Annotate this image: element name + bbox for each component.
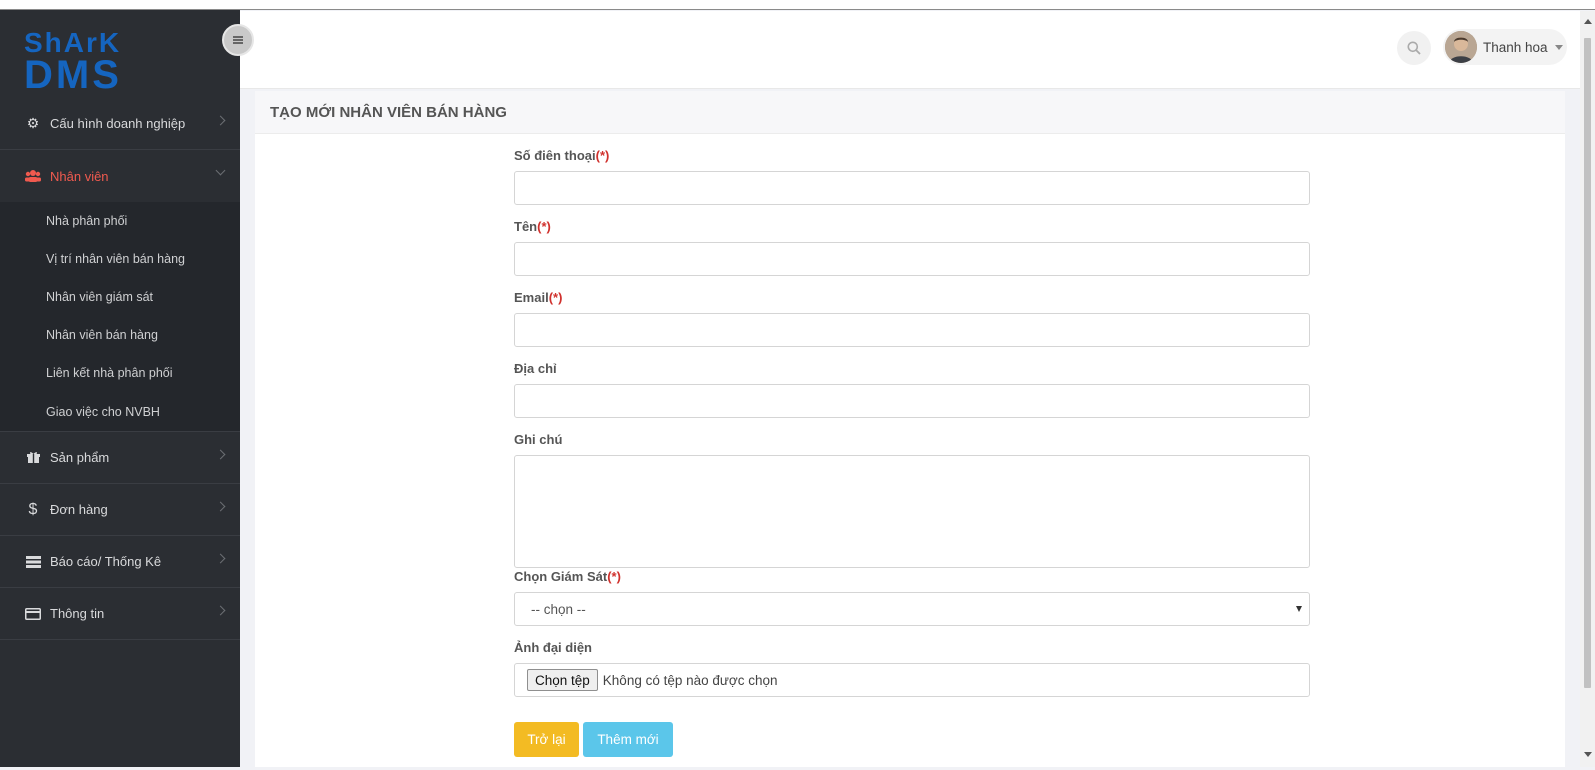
search-icon	[1407, 41, 1421, 55]
gears-icon: ⚙	[26, 115, 40, 131]
sidebar-item-label: Báo cáo/ Thống Kê	[50, 554, 162, 569]
create-salesperson-panel: TẠO MỚI NHÂN VIÊN BÁN HÀNG Số điên thoại…	[255, 91, 1565, 767]
phone-label: Số điên thoại(*)	[514, 148, 610, 163]
avatar	[1445, 31, 1477, 63]
sidebar-item-label: Cấu hình doanh nghiệp	[50, 116, 186, 131]
dollar-icon: $	[28, 500, 38, 518]
sidebar-item-reports[interactable]: Báo cáo/ Thống Kê	[0, 536, 240, 588]
sidebar-item-employees[interactable]: Nhân viên	[0, 150, 240, 202]
required-mark: (*)	[537, 219, 551, 234]
name-field[interactable]	[514, 242, 1310, 276]
avatar-upload-group: Ảnh đại diện Chọn tệp Không có tệp nào đ…	[514, 641, 1310, 712]
users-icon	[24, 169, 42, 183]
server-icon	[24, 555, 42, 568]
address-field[interactable]	[514, 384, 1310, 418]
dropdown-arrow-icon	[1296, 606, 1302, 612]
submenu-item-assign-tasks[interactable]: Giao việc cho NVBH	[0, 392, 240, 432]
top-header: Thanh hoa	[240, 11, 1580, 89]
supervisor-selected-value: -- chọn --	[531, 601, 586, 617]
email-label: Email(*)	[514, 290, 563, 305]
sidebar-item-products[interactable]: Sản phẩm	[0, 432, 240, 484]
submenu-item-distributors[interactable]: Nhà phân phối	[0, 202, 240, 240]
address-group: Địa chỉ	[514, 362, 1310, 433]
svg-text:DMS: DMS	[24, 53, 122, 90]
file-status-text: Không có tệp nào được chọn	[602, 672, 778, 688]
email-field[interactable]	[514, 313, 1310, 347]
note-group: Ghi chú	[514, 433, 1310, 570]
menu-icon	[233, 36, 243, 44]
submenu-item-supervisors[interactable]: Nhân viên giám sát	[0, 278, 240, 316]
page-title: TẠO MỚI NHÂN VIÊN BÁN HÀNG	[255, 91, 1565, 134]
sidebar-item-orders[interactable]: $ Đơn hàng	[0, 484, 240, 536]
gift-icon	[24, 451, 42, 464]
avatar-file-input: Chọn tệp Không có tệp nào được chọn	[514, 663, 1310, 697]
sidebar-toggle-button[interactable]	[222, 24, 254, 56]
user-name: Thanh hoa	[1483, 39, 1548, 55]
logo[interactable]: ShArK DMS	[0, 10, 240, 98]
shark-dms-logo: ShArK DMS	[24, 28, 122, 90]
chevron-right-icon	[215, 605, 226, 616]
avatar-upload-label: Ảnh đại diện	[514, 640, 592, 655]
back-button[interactable]: Trở lại	[514, 722, 579, 757]
submenu-item-sales-positions[interactable]: Vị trí nhân viên bán hàng	[0, 240, 240, 278]
sidebar-menu: ⚙ Cấu hình doanh nghiệp Nhân viên Nhà ph…	[0, 98, 240, 640]
chevron-right-icon	[215, 501, 226, 512]
credit-card-icon	[24, 607, 42, 620]
email-group: Email(*)	[514, 291, 1310, 362]
supervisor-group: Chọn Giám Sát(*) -- chọn --	[514, 570, 1310, 641]
chevron-right-icon	[215, 115, 226, 126]
sidebar-item-label: Sản phẩm	[50, 450, 110, 465]
supervisor-select[interactable]: -- chọn --	[514, 592, 1310, 626]
choose-file-button[interactable]: Chọn tệp	[527, 669, 598, 691]
sidebar-item-label: Thông tin	[50, 606, 105, 621]
sidebar-item-info[interactable]: Thông tin	[0, 588, 240, 640]
note-label: Ghi chú	[514, 432, 563, 447]
required-mark: (*)	[595, 148, 610, 163]
supervisor-label: Chọn Giám Sát(*)	[514, 569, 621, 584]
search-button[interactable]	[1397, 31, 1431, 65]
employees-submenu: Nhà phân phối Vị trí nhân viên bán hàng …	[0, 202, 240, 432]
required-mark: (*)	[607, 569, 621, 584]
name-label: Tên(*)	[514, 219, 551, 234]
scrollbar-thumb[interactable]	[1584, 38, 1591, 688]
form-actions: Trở lại Thêm mới	[514, 722, 673, 757]
submenu-item-distributor-links[interactable]: Liên kết nhà phân phối	[0, 354, 240, 392]
create-salesperson-form: Số điên thoại(*) Tên(*) Email(*) Địa chỉ…	[514, 149, 1310, 712]
scroll-down-arrow-icon[interactable]	[1584, 752, 1592, 757]
phone-group: Số điên thoại(*)	[514, 149, 1310, 220]
chevron-right-icon	[215, 449, 226, 460]
user-menu[interactable]: Thanh hoa	[1443, 29, 1567, 65]
required-mark: (*)	[548, 290, 563, 305]
chevron-right-icon	[215, 553, 226, 564]
phone-field[interactable]	[514, 171, 1310, 205]
sidebar-item-label: Nhân viên	[50, 168, 109, 184]
chevron-down-icon	[215, 165, 226, 176]
submenu-item-salespeople[interactable]: Nhân viên bán hàng	[0, 316, 240, 354]
name-group: Tên(*)	[514, 220, 1310, 291]
sidebar: ShArK DMS ⚙ Cấu hình doanh nghiệp Nhân v…	[0, 10, 240, 767]
add-new-button[interactable]: Thêm mới	[583, 722, 673, 757]
sidebar-item-label: Đơn hàng	[50, 502, 108, 517]
address-label: Địa chỉ	[514, 361, 557, 376]
scroll-up-arrow-icon[interactable]	[1584, 19, 1592, 24]
note-textarea[interactable]	[514, 455, 1310, 568]
window-top-edge	[0, 0, 1595, 10]
caret-down-icon	[1554, 44, 1563, 50]
sidebar-item-company-config[interactable]: ⚙ Cấu hình doanh nghiệp	[0, 98, 240, 150]
page-scrollbar[interactable]	[1580, 11, 1595, 767]
